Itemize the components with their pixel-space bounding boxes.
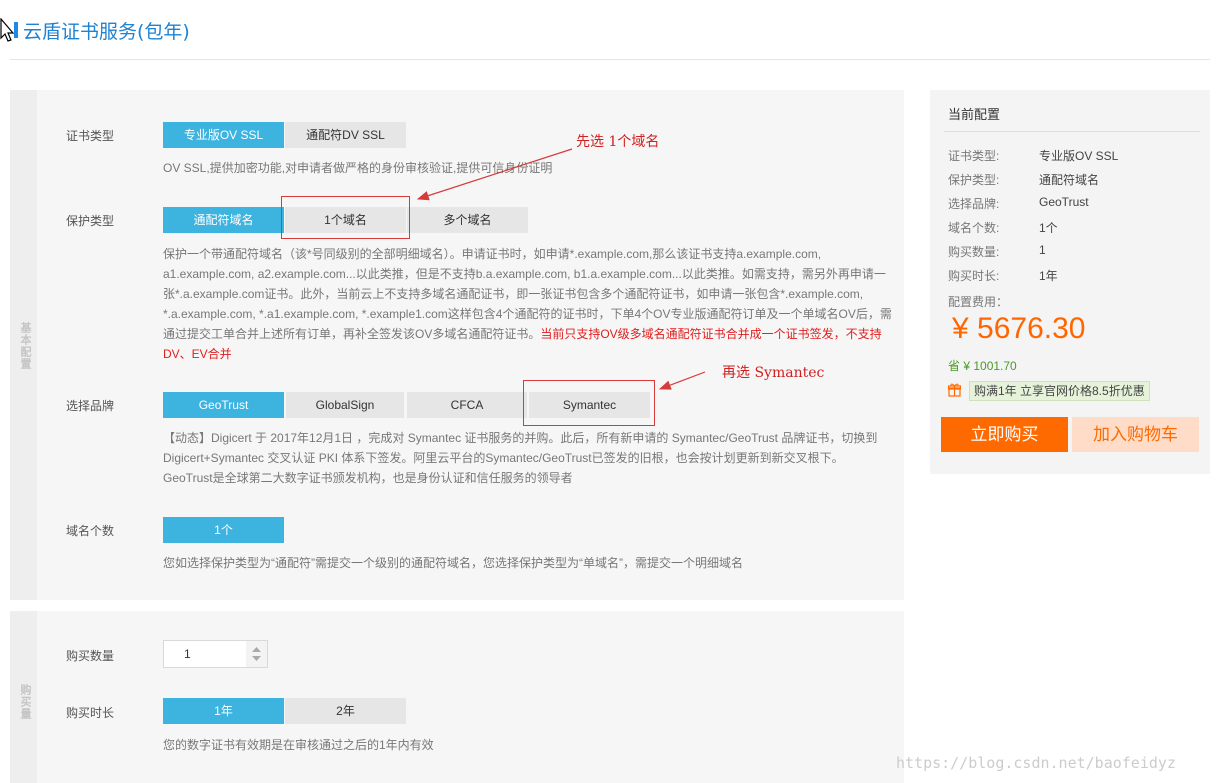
savings-text: 省 ¥ 1001.70 (948, 359, 1017, 373)
summary-key: 域名个数: (948, 221, 1000, 235)
price: ¥ 5676.30 (952, 312, 1086, 345)
summary-key: 选择品牌: (948, 197, 1000, 211)
gift-icon (948, 383, 961, 397)
summary-key: 购买数量: (948, 245, 1000, 259)
watermark: https://blog.csdn.net/baofeidyz (896, 754, 1176, 772)
arrow-to-single-domain (416, 148, 573, 201)
summary-value: GeoTrust (1039, 195, 1089, 209)
summary-value: 1 (1039, 243, 1046, 257)
summary-value: 专业版OV SSL (1039, 149, 1119, 163)
summary-key: 证书类型: (948, 149, 1000, 163)
buy-now-button[interactable]: 立即购买 (941, 417, 1068, 452)
summary-value: 1个 (1039, 221, 1058, 235)
summary-value: 通配符域名 (1039, 173, 1100, 187)
summary-key: 购买时长: (948, 269, 1000, 283)
summary-title: 当前配置 (948, 107, 1001, 122)
fee-label: 配置费用： (948, 295, 1009, 309)
summary-key: 保护类型: (948, 173, 1000, 187)
promo-badge: 购满1年 立享官网价格8.5折优惠 (969, 381, 1150, 401)
arrow-to-symantec (658, 371, 706, 390)
add-to-cart-button[interactable]: 加入购物车 (1072, 417, 1199, 452)
summary-value: 1年 (1039, 269, 1058, 283)
summary-divider (944, 131, 1200, 132)
